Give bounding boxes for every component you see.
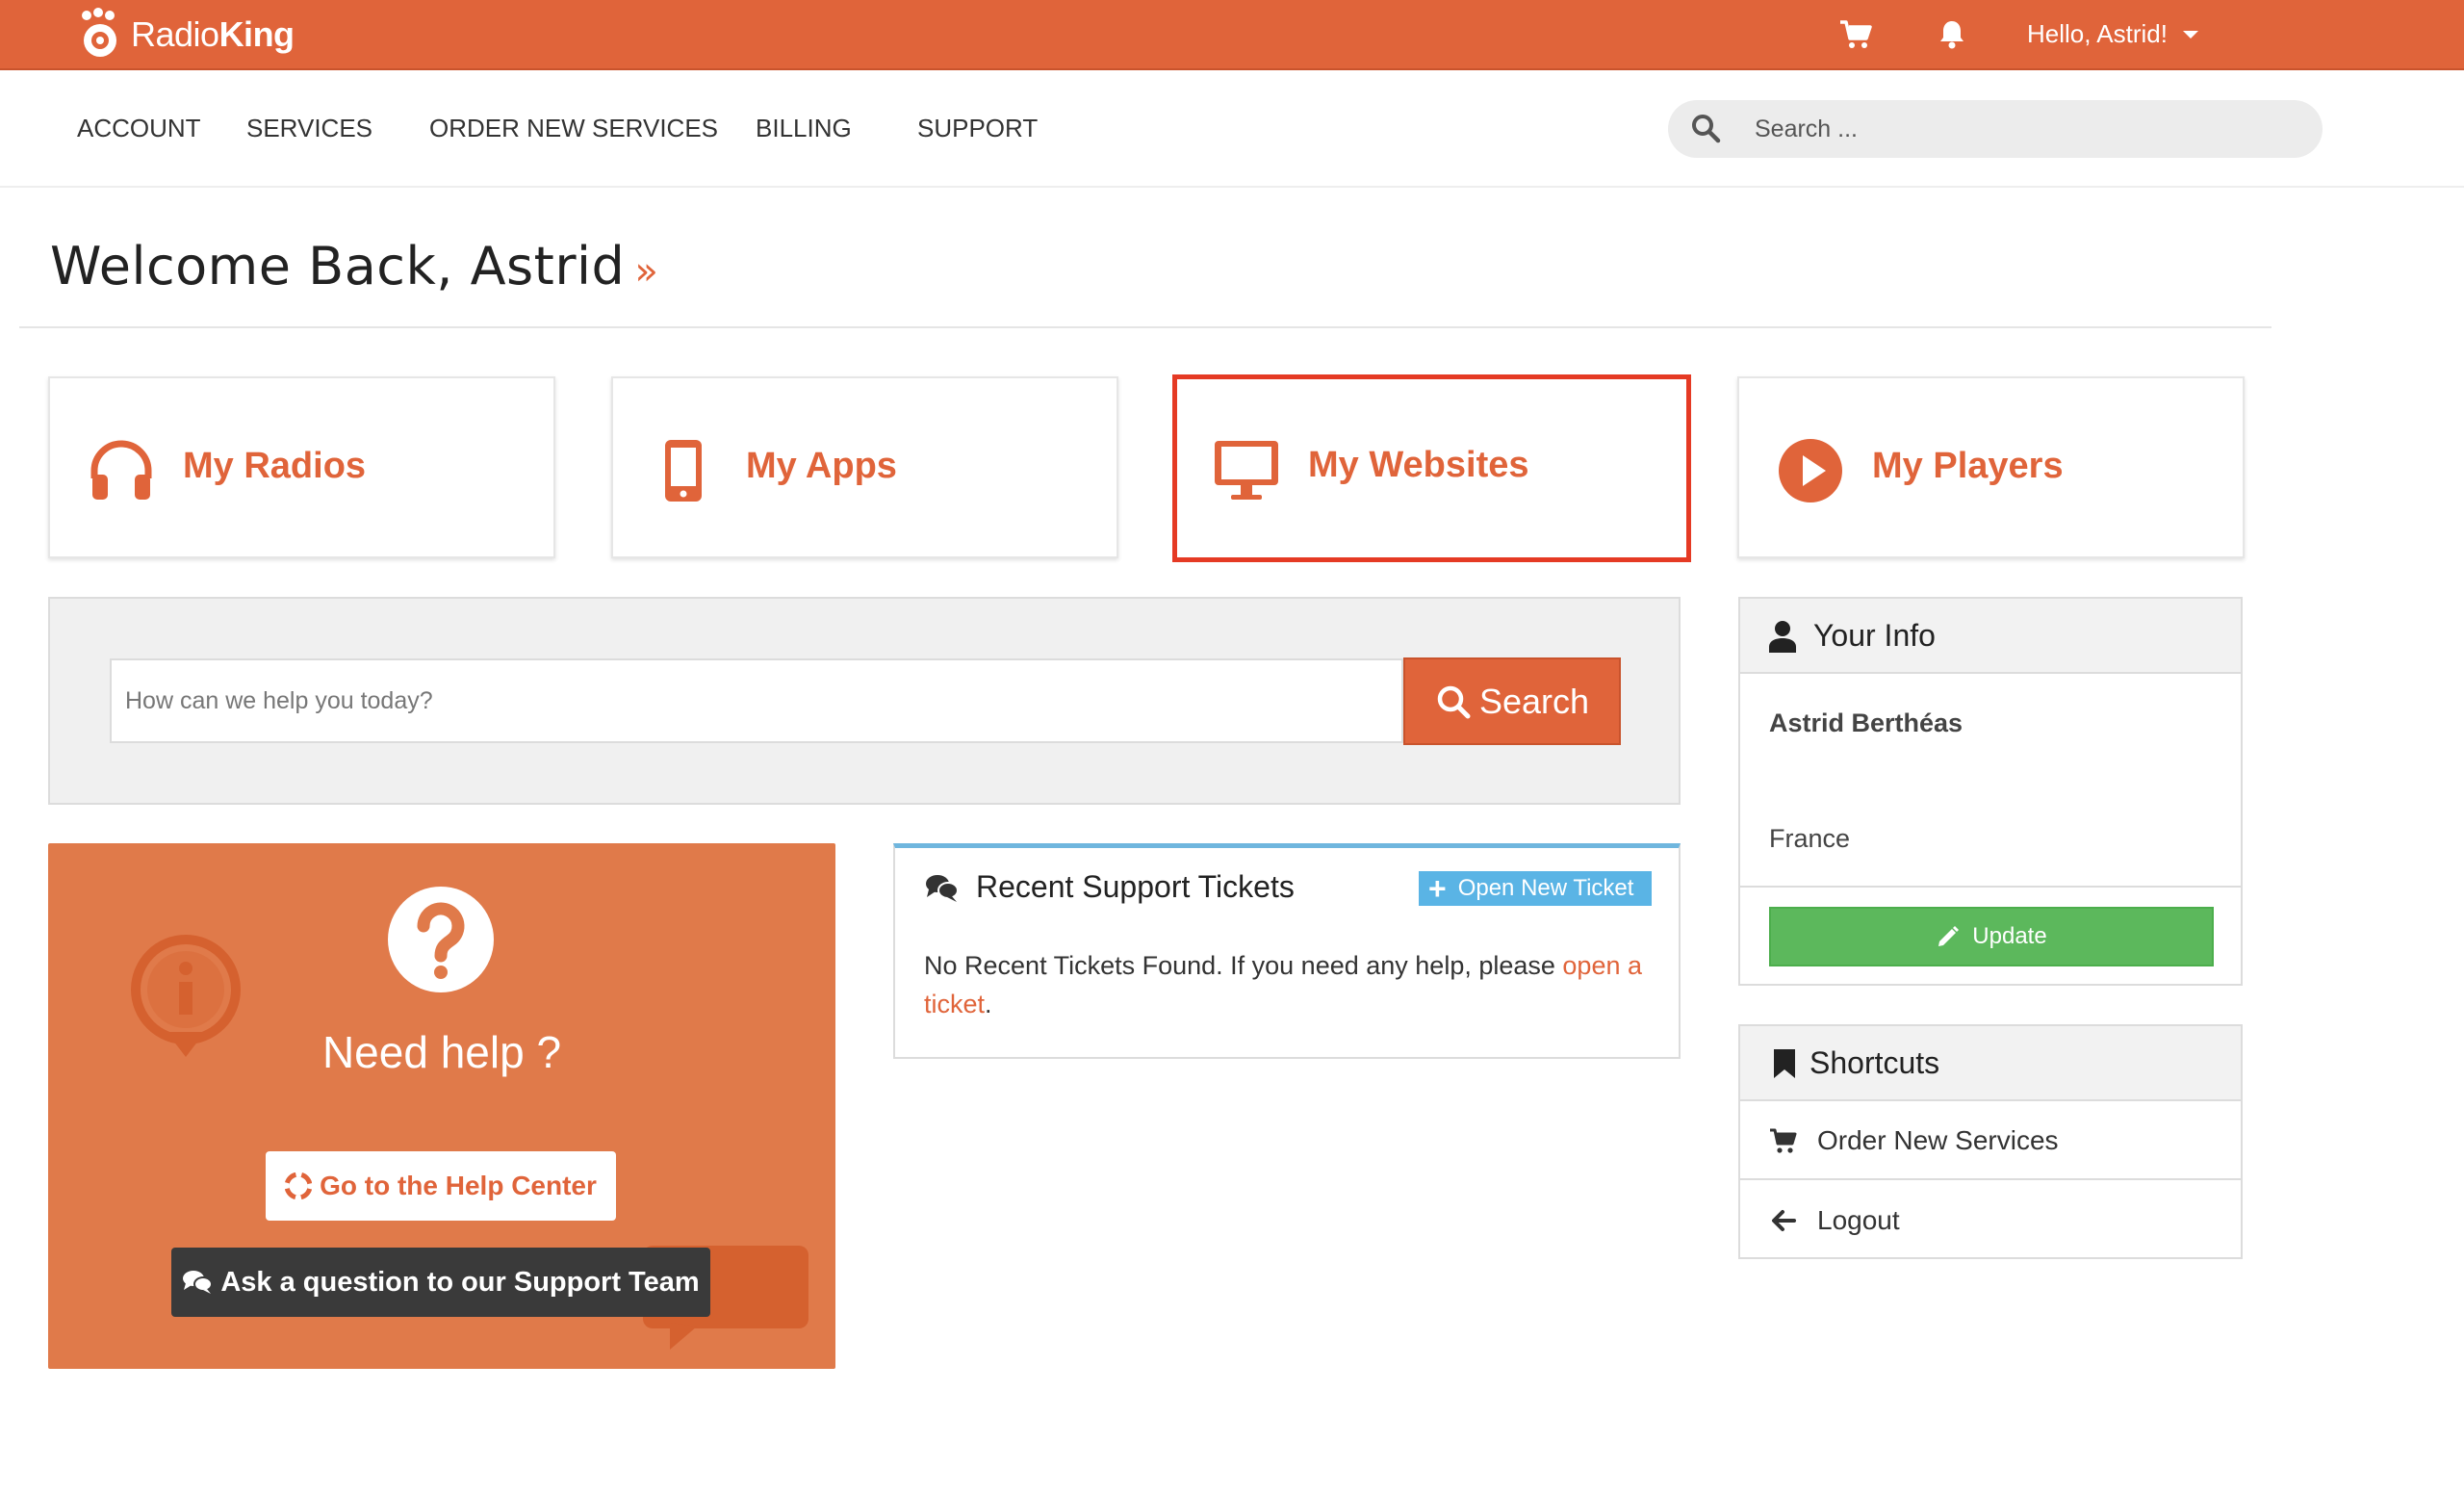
tile-label: My Apps (746, 446, 897, 486)
help-search-button[interactable]: Search (1403, 657, 1621, 745)
your-info-panel: Your Info Astrid Berthéas France Update (1738, 597, 2243, 986)
comments-icon (183, 1271, 214, 1294)
logo-text-bold: King (218, 14, 295, 54)
tile-label: My Websites (1308, 445, 1529, 485)
your-info-title: Your Info (1813, 618, 1936, 653)
user-name: Astrid Berthéas (1769, 708, 1964, 737)
nav-support[interactable]: SUPPORT (917, 114, 1038, 143)
global-search-input[interactable] (1755, 100, 2294, 158)
mobile-icon (665, 440, 702, 502)
shortcuts-panel: Shortcuts Order New Services Logout (1738, 1024, 2243, 1259)
recent-tickets-title: Recent Support Tickets (976, 869, 1295, 904)
shortcut-label: Logout (1817, 1205, 1900, 1235)
radioking-logo[interactable]: RadioKing (77, 8, 295, 62)
bookmark-icon (1774, 1049, 1795, 1078)
tickets-empty-text: No Recent Tickets Found. If you need any… (924, 951, 1563, 980)
pencil-icon (1938, 926, 1960, 946)
life-ring-icon (285, 1172, 313, 1199)
shortcut-logout[interactable]: Logout (1740, 1182, 2241, 1259)
logo-text: RadioKing (131, 14, 295, 55)
open-new-ticket-label: Open New Ticket (1457, 875, 1634, 901)
play-circle-icon (1779, 439, 1842, 502)
tile-my-players[interactable]: My Players (1737, 376, 2245, 558)
user-greeting: Hello, Astrid! (2027, 19, 2168, 48)
shortcuts-title: Shortcuts (1810, 1045, 1940, 1080)
plus-icon: + (1428, 871, 1447, 906)
tile-label: My Radios (183, 446, 367, 486)
update-button[interactable]: Update (1769, 907, 2214, 966)
page-title: Welcome Back, Astrid» (50, 236, 658, 296)
help-search-button-label: Search (1478, 681, 1590, 721)
divider (1740, 886, 2241, 888)
help-center-button[interactable]: Go to the Help Center (266, 1151, 616, 1221)
chevron-down-icon (2182, 30, 2198, 39)
shortcut-label: Order New Services (1817, 1125, 2059, 1155)
tile-my-apps[interactable]: My Apps (611, 376, 1118, 558)
cart-icon[interactable] (1838, 17, 1873, 52)
tickets-empty-message: No Recent Tickets Found. If you need any… (924, 946, 1656, 1023)
help-search-panel: Search (48, 597, 1681, 805)
global-search (1668, 100, 2323, 158)
user-country: France (1769, 824, 1851, 853)
ask-support-button[interactable]: Ask a question to our Support Team (171, 1248, 710, 1317)
user-icon (1769, 621, 1796, 653)
search-icon (1437, 685, 1471, 718)
need-help-card: Need help ? Go to the Help Center Ask a … (48, 843, 835, 1369)
tile-my-websites[interactable]: My Websites (1172, 374, 1691, 562)
welcome-text: Welcome Back, Astrid (50, 236, 626, 296)
user-menu[interactable]: Hello, Astrid! (2027, 19, 2198, 49)
nav-billing[interactable]: BILLING (756, 114, 852, 143)
headphones-icon (90, 440, 152, 500)
search-icon (1692, 115, 1721, 143)
logo-mark-icon (82, 8, 116, 57)
logo-text-light: Radio (131, 14, 219, 54)
welcome-raquo: » (634, 249, 659, 294)
update-label: Update (1972, 923, 2047, 949)
help-center-label: Go to the Help Center (320, 1171, 597, 1200)
nav-account[interactable]: ACCOUNT (77, 114, 201, 143)
cart-icon (1770, 1128, 1797, 1153)
tickets-empty-end: . (985, 990, 992, 1018)
question-circle-icon (388, 887, 494, 992)
comments-icon (926, 875, 959, 902)
tile-label: My Players (1872, 446, 2064, 486)
arrow-left-icon (1772, 1210, 1796, 1231)
shortcut-order-new-services[interactable]: Order New Services (1740, 1103, 2241, 1180)
nav-order-new-services[interactable]: ORDER NEW SERVICES (429, 114, 718, 143)
divider (19, 326, 2272, 328)
shortcuts-header: Shortcuts (1740, 1026, 2241, 1101)
open-new-ticket-button[interactable]: + Open New Ticket (1419, 871, 1652, 906)
top-bar: RadioKing Hello, Astrid! (0, 0, 2464, 70)
recent-tickets-panel: Recent Support Tickets + Open New Ticket… (893, 843, 1681, 1059)
desktop-icon (1215, 441, 1278, 500)
bell-icon[interactable] (1935, 17, 1969, 52)
need-help-title: Need help ? (321, 1027, 562, 1077)
nav-services[interactable]: SERVICES (246, 114, 372, 143)
help-search-input[interactable] (110, 658, 1403, 743)
ask-support-label: Ask a question to our Support Team (220, 1266, 700, 1298)
your-info-header: Your Info (1740, 599, 2241, 674)
tile-my-radios[interactable]: My Radios (48, 376, 555, 558)
